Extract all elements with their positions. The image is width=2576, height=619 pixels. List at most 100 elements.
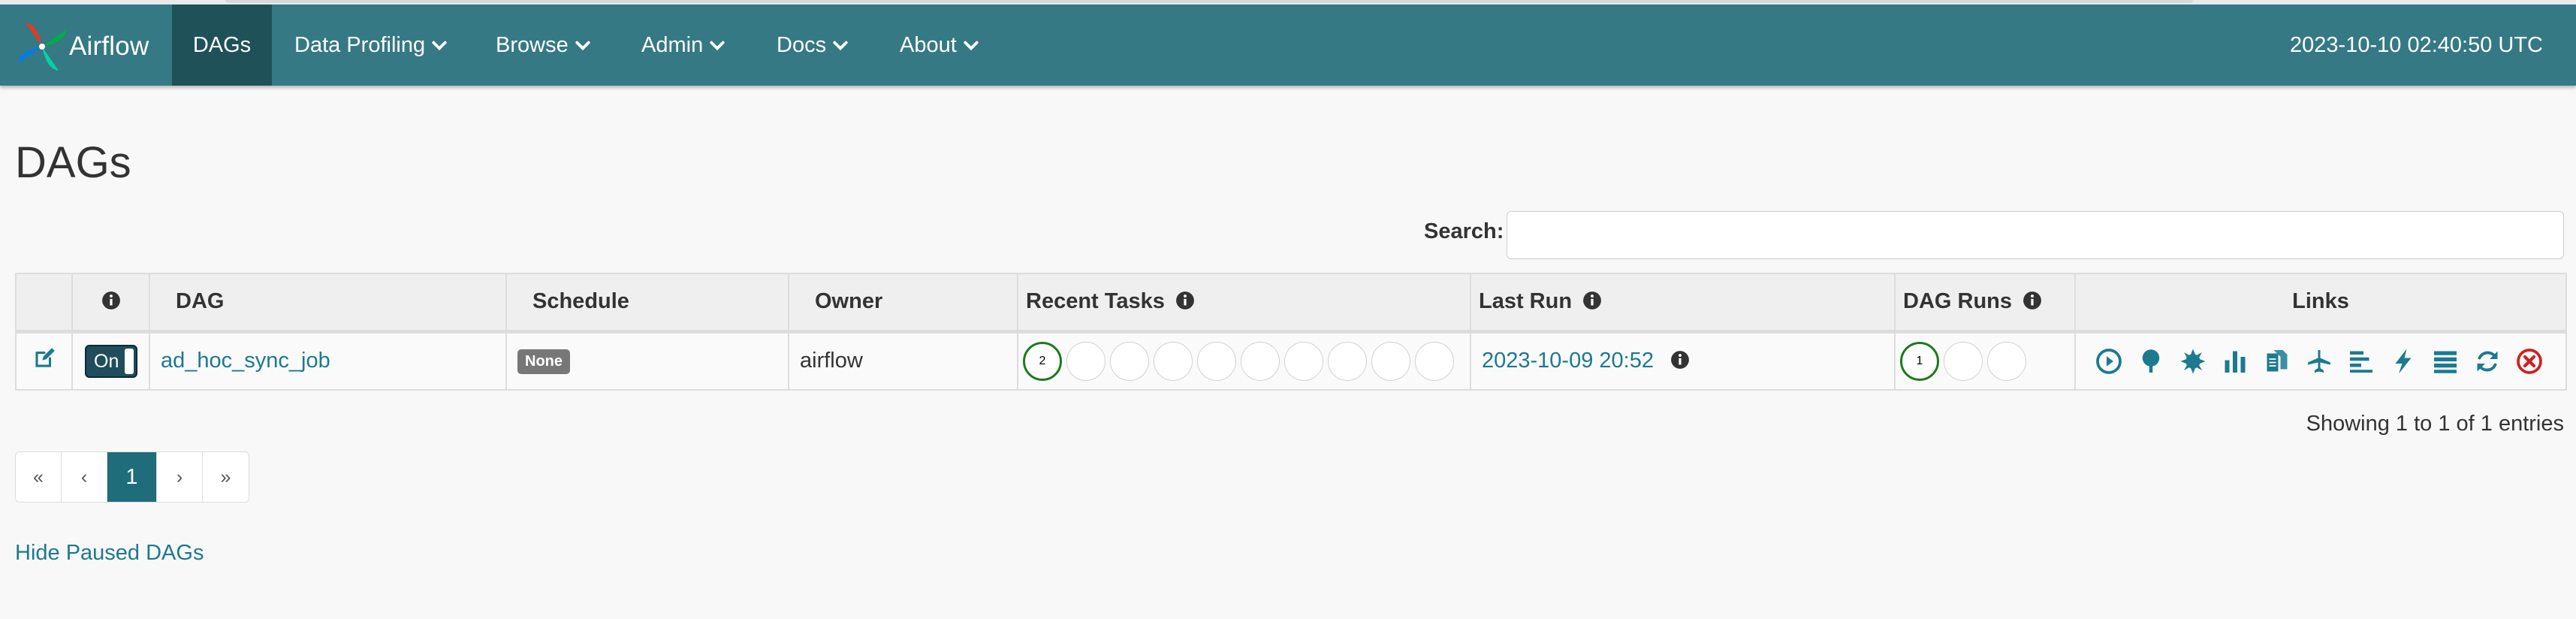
dag-id-cell: ad_hoc_sync_job [149,331,507,391]
tries-icon[interactable] [2222,348,2249,375]
toggle-label: On [94,350,119,372]
header-owner[interactable]: Owner [788,273,1018,334]
code-icon[interactable] [2390,348,2417,375]
refresh-icon[interactable] [2474,348,2501,375]
info-icon[interactable] [1175,291,1195,310]
info-icon[interactable] [1582,291,1602,310]
chevron-down-icon [833,41,848,51]
schedule-badge: None [517,349,570,374]
logs-icon[interactable] [2432,348,2459,375]
page-prev-button[interactable]: ‹ [62,452,107,502]
run-state-circle[interactable]: 1 [1900,341,1939,381]
chevron-down-icon [964,41,979,51]
pagination: « ‹ 1 › » [15,451,249,503]
run-state-circle[interactable] [1944,341,1983,381]
airflow-logo-icon [18,23,66,71]
task-state-circle[interactable] [1110,341,1149,381]
task-state-circle[interactable] [1154,341,1193,381]
links-cell [2074,331,2567,391]
recent-tasks-circles: 2 [1023,341,1470,381]
header-dag[interactable]: DAG [149,273,507,334]
page-current-button[interactable]: 1 [107,452,157,502]
gantt-icon[interactable] [2348,348,2375,375]
page-first-button[interactable]: « [16,452,62,502]
hide-paused-dags-link[interactable]: Hide Paused DAGs [15,541,204,566]
nav-admin[interactable]: Admin [641,5,725,86]
recent-tasks-cell: 2 [1017,331,1471,391]
top-navbar: Airflow DAGs Data Profiling Browse Admin… [0,5,2576,86]
nav-about[interactable]: About [900,5,979,86]
task-state-circle[interactable] [1241,341,1280,381]
header-schedule[interactable]: Schedule [505,273,789,334]
nav-docs[interactable]: Docs [777,5,849,86]
task-state-circle[interactable] [1197,341,1236,381]
delete-icon[interactable] [2516,348,2543,375]
chevron-down-icon [575,41,590,51]
toggle-knob [125,348,134,374]
nav-admin-label: Admin [641,32,704,57]
header-links: Links [2074,273,2567,334]
header-dag-runs[interactable]: DAG Runs [1894,273,2076,334]
task-state-circle[interactable] [1415,341,1454,381]
edit-icon[interactable] [33,347,56,370]
toggle-cell: On [71,331,150,391]
chevron-down-icon [710,41,725,51]
schedule-cell: None [505,331,789,391]
nav-browse[interactable]: Browse [496,5,591,86]
entries-summary: Showing 1 to 1 of 1 entries [2306,412,2564,436]
task-duration-icon[interactable] [2306,348,2333,375]
search-label: Search: [1424,219,1504,243]
owner-cell: airflow [788,331,1018,391]
header-info [71,273,150,334]
nav-dags[interactable]: DAGs [172,5,272,86]
nav-data-profiling[interactable]: Data Profiling [294,5,448,86]
dag-runs-circles: 1 [1900,341,2074,381]
airflow-brand[interactable]: Airflow [15,21,149,72]
task-state-circle[interactable] [1066,341,1106,381]
links-icons [2095,348,2565,375]
task-state-circle[interactable] [1328,341,1367,381]
task-state-circle[interactable]: 2 [1023,341,1062,381]
search-input[interactable] [1507,211,2564,259]
graph-view-icon[interactable] [2179,348,2206,375]
page-last-button[interactable]: » [203,452,249,502]
server-time: 2023-10-10 02:40:50 UTC [2290,32,2543,57]
nav-data-profiling-label: Data Profiling [294,32,426,57]
info-icon[interactable] [2022,291,2042,310]
header-links-label: Links [2292,289,2349,314]
dag-runs-cell: 1 [1894,331,2076,391]
dags-table: DAG Schedule Owner Recent Tasks Last Run… [15,273,2567,391]
header-schedule-label: Schedule [532,289,629,314]
trigger-dag-icon[interactable] [2095,348,2122,375]
page-next-button[interactable]: › [157,452,203,502]
owner-text: airflow [800,349,863,373]
header-owner-label: Owner [815,289,883,314]
brand-name: Airflow [69,32,149,61]
nav-browse-label: Browse [496,32,569,57]
task-state-circle[interactable] [1371,341,1410,381]
edit-cell [15,331,73,391]
header-dag-label: DAG [176,289,225,314]
last-run-link[interactable]: 2023-10-09 20:52 [1482,349,1654,373]
dag-pause-toggle[interactable]: On [85,344,137,378]
landing-times-icon[interactable] [2264,348,2291,375]
info-icon [101,291,120,310]
header-dag-runs-label: DAG Runs [1903,289,2012,314]
page-title: DAGs [15,138,131,187]
dag-id-link[interactable]: ad_hoc_sync_job [161,349,330,373]
run-state-circle[interactable] [1987,341,2026,381]
table-row: On ad_hoc_sync_job None airflow 2 2023-1… [15,331,2567,391]
nav-dags-label: DAGs [192,32,252,57]
last-run-cell: 2023-10-09 20:52 [1470,331,1896,391]
header-last-run[interactable]: Last Run [1470,273,1896,334]
chevron-down-icon [432,41,447,51]
tree-view-icon[interactable] [2137,348,2164,375]
nav-docs-label: Docs [777,32,827,57]
header-edit [15,273,73,334]
header-recent-tasks-label: Recent Tasks [1026,289,1165,314]
info-icon[interactable] [1670,350,1690,370]
nav-about-label: About [900,32,957,57]
task-state-circle[interactable] [1284,341,1323,381]
table-header-row: DAG Schedule Owner Recent Tasks Last Run… [15,273,2567,334]
header-recent-tasks[interactable]: Recent Tasks [1017,273,1471,334]
